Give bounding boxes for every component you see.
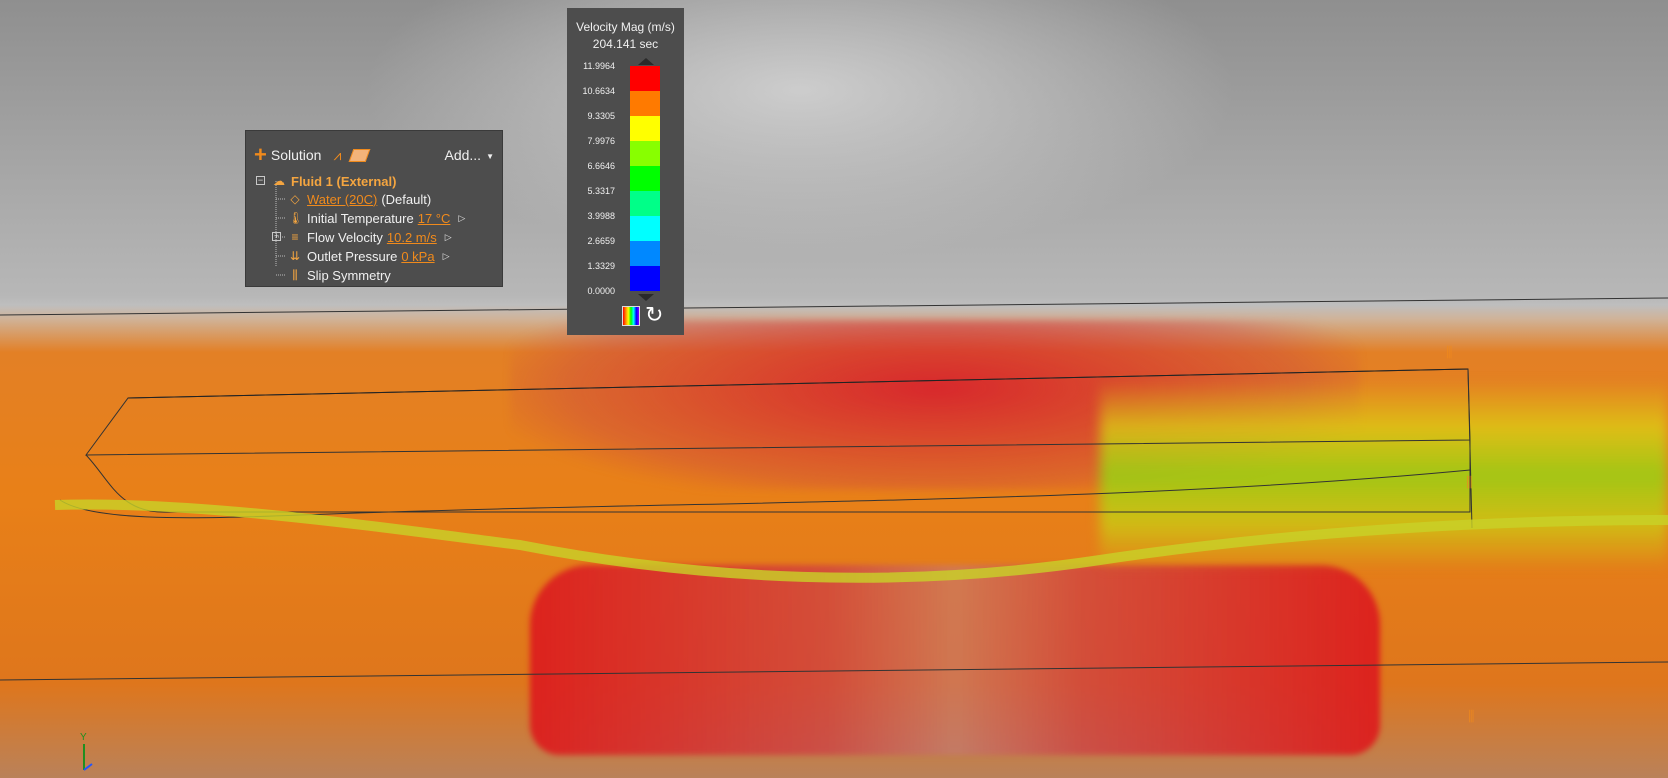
temperature-label: Initial Temperature	[307, 210, 414, 226]
material-icon: ◇	[290, 192, 300, 206]
boundary-condition-icon[interactable]: ⫼	[1466, 474, 1484, 494]
expand-arrow-icon[interactable]: ▷	[458, 213, 465, 224]
boundary-condition-icon[interactable]: ⫼	[1468, 708, 1486, 728]
material-icon[interactable]	[348, 148, 371, 162]
legend-swatch	[630, 166, 660, 191]
legend-tick-label: 11.9964	[583, 61, 615, 71]
svg-text:Y: Y	[80, 732, 87, 743]
pressure-label: Outlet Pressure	[307, 248, 398, 264]
legend-tick-label: 0.0000	[587, 286, 615, 296]
legend-tick-label: 10.6634	[582, 86, 615, 96]
tree-row-temperature[interactable]: 🌡 Initial Temperature 17 °C ▷	[288, 209, 465, 227]
legend-swatch	[630, 66, 660, 91]
legend-tick-label: 7.9976	[587, 136, 615, 146]
material-default-label: (Default)	[381, 191, 432, 207]
panel-header: + Solution ⩘	[254, 144, 371, 166]
hull-deck-outline	[85, 368, 1471, 456]
hull-wireframe	[0, 297, 1668, 681]
legend-swatch	[630, 191, 660, 216]
legend-title: Velocity Mag (m/s)	[576, 20, 675, 34]
tree-row-fluid[interactable]: − ☁ Fluid 1 (External)	[256, 172, 396, 190]
thermometer-icon: 🌡	[288, 211, 304, 225]
expand-icon[interactable]: +	[272, 232, 281, 241]
domain-edge-bottom	[0, 661, 1668, 681]
signal-icon[interactable]: ⩘	[333, 147, 341, 164]
add-dropdown-button[interactable]: Add... ▼	[444, 147, 494, 163]
flow-velocity-icon: ≡	[291, 230, 299, 244]
hull-side-outline	[85, 440, 1471, 513]
tree-row-velocity[interactable]: + ≡ Flow Velocity 10.2 m/s ▷	[272, 228, 452, 246]
legend-tick-label: 2.6659	[587, 236, 615, 246]
axis-triad: Y	[80, 732, 93, 771]
reset-icon[interactable]: ↻	[645, 304, 663, 326]
pressure-value-link[interactable]: 0 kPa	[401, 249, 434, 264]
legend-swatch	[630, 91, 660, 116]
expand-arrow-icon[interactable]: ▷	[443, 251, 450, 262]
bow-wave-streak	[54, 499, 1668, 583]
slip-symmetry-icon: ⫼	[292, 267, 298, 282]
legend-time: 204.141 sec	[592, 37, 659, 51]
3d-viewport[interactable]: ⫼ ⫼ ⫼ Y	[0, 0, 1668, 778]
fluid-icon: ☁	[273, 174, 285, 188]
legend-tick-label: 6.6646	[587, 161, 615, 171]
color-map-icon[interactable]	[622, 306, 640, 326]
velocity-label: Flow Velocity	[307, 229, 383, 245]
legend-tick-label: 3.9988	[587, 211, 615, 221]
legend-swatch	[630, 116, 660, 141]
scale-down-arrow-icon[interactable]	[638, 294, 654, 301]
legend-swatch	[630, 241, 660, 266]
legend-tick-label: 9.3305	[587, 111, 615, 121]
legend-tick-label: 5.3317	[587, 186, 615, 196]
solution-panel[interactable]: + Solution ⩘ Add... ▼ − ☁ Fluid 1 (Extern…	[245, 130, 503, 287]
legend-color-bar	[630, 66, 660, 291]
tree-row-pressure[interactable]: ⇊ Outlet Pressure 0 kPa ▷	[288, 247, 450, 265]
symmetry-label[interactable]: Slip Symmetry	[307, 268, 391, 283]
legend-tick-label: 1.3329	[587, 261, 615, 271]
domain-edge-top	[0, 297, 1668, 316]
fluid-label[interactable]: Fluid 1 (External)	[291, 174, 396, 189]
collapse-icon[interactable]: −	[256, 176, 265, 185]
boundary-condition-icon[interactable]: ⫼	[1446, 344, 1464, 364]
temperature-value-link[interactable]: 17 °C	[418, 211, 451, 226]
add-solution-icon[interactable]: +	[254, 144, 267, 166]
velocity-value-link[interactable]: 10.2 m/s	[387, 230, 437, 245]
scale-up-arrow-icon[interactable]	[638, 58, 654, 65]
expand-arrow-icon[interactable]: ▷	[445, 232, 452, 243]
velocity-legend[interactable]: Velocity Mag (m/s) 204.141 sec 11.9964 10…	[567, 8, 684, 335]
legend-swatch	[630, 266, 660, 291]
tree-row-symmetry[interactable]: ⫼ Slip Symmetry	[288, 266, 391, 284]
material-link[interactable]: Water (20C)	[307, 192, 377, 207]
solution-title[interactable]: Solution	[271, 147, 322, 163]
legend-swatch	[630, 216, 660, 241]
tree-row-material[interactable]: ◇ Water (20C) (Default)	[288, 190, 431, 208]
outlet-pressure-icon: ⇊	[289, 249, 301, 263]
legend-swatch	[630, 141, 660, 166]
caret-down-icon: ▼	[486, 151, 494, 161]
